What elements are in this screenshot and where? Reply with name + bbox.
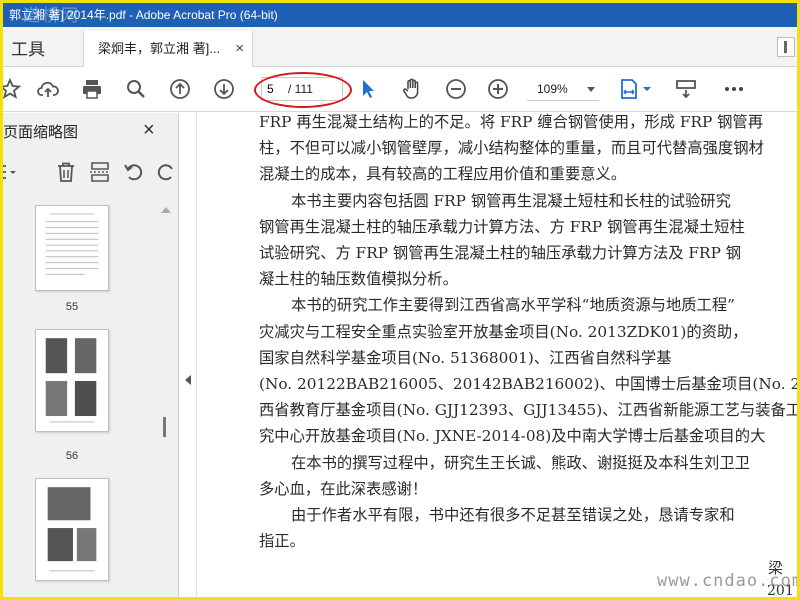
title-bar: 郭立湘 著] 2014年.pdf - Adobe Acrobat Pro (64… xyxy=(3,3,797,27)
thumbnail-scrollbar[interactable] xyxy=(159,207,173,597)
hand-icon[interactable] xyxy=(399,76,425,102)
star-icon[interactable] xyxy=(3,76,23,102)
page-thumbnail[interactable] xyxy=(35,478,109,581)
text-line: (No. 20122BAB216005、20142BAB216002)、中国博士… xyxy=(259,375,797,394)
title-watermark: 道桥网 xyxy=(23,6,80,26)
delete-icon[interactable] xyxy=(53,159,79,185)
thumbnail-panel: 页面缩略图 × 55 56 xyxy=(3,113,179,597)
toolbar: / 111 109% xyxy=(3,68,797,112)
page-thumbnail[interactable] xyxy=(35,329,109,432)
page-number-fragment: 201 xyxy=(767,583,794,599)
thumbnail-label: 56 xyxy=(65,450,79,462)
zoom-dropdown[interactable]: 109% xyxy=(527,77,599,101)
panel-close-icon[interactable]: × xyxy=(143,119,155,142)
scroll-thumb[interactable] xyxy=(163,417,166,437)
document-tab-label: 梁炯丰，郭立湘 著]... xyxy=(98,41,221,56)
text-line: 柱，不但可以减小钢管壁厚，减小结构整体的重量，而且可代替高强度钢材 xyxy=(259,139,764,158)
page-number-input[interactable] xyxy=(264,80,284,98)
extract-page-icon[interactable] xyxy=(87,159,113,185)
scroll-mode-icon[interactable] xyxy=(673,76,699,102)
thumbnail-label: 55 xyxy=(65,301,79,313)
collapse-panel-icon[interactable] xyxy=(185,375,191,385)
chevron-down-icon xyxy=(587,87,595,92)
text-line: FRP 再生混凝土结构上的不足。将 FRP 缠合钢管使用，形成 FRP 钢管再 xyxy=(259,113,764,131)
panel-toggle-button[interactable] xyxy=(777,37,795,57)
text-line: 试验研究、方 FRP 钢管再生混凝土柱的轴压承载力计算方法及 FRP 钢 xyxy=(259,244,742,263)
zoom-in-icon[interactable] xyxy=(485,76,511,102)
prev-page-icon[interactable] xyxy=(167,76,193,102)
text-line: 多心血，在此深表感谢！ xyxy=(259,479,428,498)
tab-close-icon[interactable]: × xyxy=(235,31,244,67)
document-view[interactable]: FRP 再生混凝土结构上的不足。将 FRP 缠合钢管使用，形成 FRP 钢管再柱… xyxy=(196,113,797,599)
thumbnail-list: 55 56 57 xyxy=(3,201,179,597)
document-tab[interactable]: 梁炯丰，郭立湘 著]... × xyxy=(83,31,253,67)
page-thumbnail[interactable] xyxy=(35,205,109,291)
panel-title: 页面缩略图 xyxy=(3,124,79,141)
text-line: 钢管再生混凝土柱的轴压承载力计算方法、方 FRP 钢管再生混凝土短柱 xyxy=(259,217,745,236)
text-line: 究中心开放基金项目(No. JXNE-2014-08)及中南大学博士后基金项目的… xyxy=(259,427,766,446)
search-icon[interactable] xyxy=(123,76,149,102)
fit-dropdown-chevron-icon[interactable] xyxy=(641,76,653,102)
tools-tab[interactable]: 工具 xyxy=(11,35,45,60)
print-icon[interactable] xyxy=(79,76,105,102)
text-line: 混凝土的成本，具有较高的工程应用价值和重要意义。 xyxy=(259,165,627,184)
text-line: 西省教育厅基金项目(No. GJJ12393、GJJ13455)、江西省新能源工… xyxy=(259,401,797,420)
more-icon[interactable] xyxy=(721,76,747,102)
text-line: 本书主要内容包括圆 FRP 钢管再生混凝土短柱和长柱的试验研究 xyxy=(291,191,731,210)
select-cursor-icon[interactable] xyxy=(355,76,381,102)
zoom-value: 109% xyxy=(537,82,568,96)
next-page-icon[interactable] xyxy=(211,76,237,102)
page-total: / 111 xyxy=(288,82,313,96)
document-body: FRP 再生混凝土结构上的不足。将 FRP 缠合钢管使用，形成 FRP 钢管再柱… xyxy=(259,113,797,554)
text-line: 灾减灾与工程安全重点实验室开放基金项目(No. 2013ZDK01)的资助， xyxy=(259,322,748,341)
fit-width-icon[interactable] xyxy=(617,76,643,102)
options-menu-icon[interactable] xyxy=(3,159,21,185)
cloud-upload-icon[interactable] xyxy=(35,76,61,102)
panel-toolbar xyxy=(3,153,179,193)
text-line: 在本书的撰写过程中，研究生王长诚、熊政、谢挺挺及本科生刘卫卫 xyxy=(291,453,750,472)
page-number-field[interactable]: / 111 xyxy=(261,77,343,101)
scroll-up-icon[interactable] xyxy=(161,207,171,213)
text-line: 指正。 xyxy=(259,532,305,551)
rotate-ccw-icon[interactable] xyxy=(121,159,147,185)
text-line: 国家自然科学基金项目(No. 51368001)、江西省自然科学基 xyxy=(259,348,672,367)
rotate-cw-icon[interactable] xyxy=(153,159,179,185)
app-window: 郭立湘 著] 2014年.pdf - Adobe Acrobat Pro (64… xyxy=(0,0,800,600)
text-line: 由于作者水平有限，书中还有很多不足甚至错误之处，恳请专家和 xyxy=(291,506,735,525)
zoom-out-icon[interactable] xyxy=(443,76,469,102)
text-line: 凝土柱的轴压数值模拟分析。 xyxy=(259,270,458,289)
text-line: 本书的研究工作主要得到江西省高水平学科“地质资源与地质工程” xyxy=(291,296,735,315)
tab-row: 工具 梁炯丰，郭立湘 著]... × xyxy=(3,27,797,67)
